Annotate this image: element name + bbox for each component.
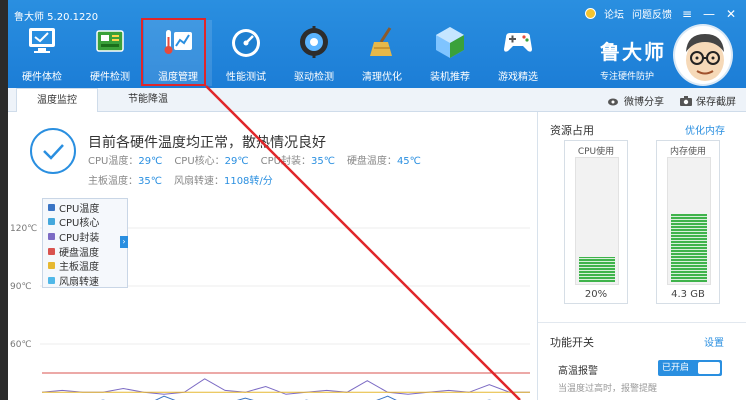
nav-game-picks[interactable]: 游戏精选	[484, 20, 552, 86]
legend-item[interactable]: CPU核心	[43, 215, 127, 229]
cpu-usage-meter: CPU使用 20%	[564, 140, 628, 304]
stat-cpu-core: CPU核心：29℃	[174, 156, 249, 167]
skin-menu-icon[interactable]: ≡	[680, 7, 694, 21]
legend-swatch	[48, 262, 55, 270]
nav-performance-test[interactable]: 性能测试	[212, 20, 280, 86]
status-row-1: CPU温度：29℃ CPU核心：29℃ CPU封装：35℃ 硬盘温度：45℃	[88, 152, 421, 167]
settings-link[interactable]: 设置	[704, 334, 724, 349]
y-tick-label: 90℃	[10, 282, 32, 292]
high-temp-alarm-toggle[interactable]: 已开启	[658, 360, 722, 376]
weibo-icon	[608, 98, 618, 105]
forum-link[interactable]: 论坛	[604, 6, 624, 21]
status-row-2: 主板温度：35℃ 风扇转速：1108转/分	[88, 172, 273, 187]
temperature-panel: 目前各硬件温度均正常，散热情况良好 CPU温度：29℃ CPU核心：29℃ CP…	[8, 112, 538, 400]
chart-legend: CPU温度 CPU核心 CPU封装 硬盘温度 主板温度 风扇转速	[42, 198, 128, 288]
tab-energy-saving[interactable]: 节能降温	[108, 88, 188, 112]
memory-usage-value: 4.3 GB	[671, 289, 705, 300]
memory-usage-well	[667, 157, 711, 285]
driver-gear-icon	[300, 26, 328, 58]
main-nav: 硬件体检 硬件检测 温度管理 性能测试 驱动检测 清理优化 装机推荐 游戏精选	[8, 20, 552, 86]
title-links: 论坛 问题反馈 ≡ — ✕	[585, 6, 738, 21]
coin-icon[interactable]	[585, 8, 596, 19]
legend-item[interactable]: 风扇转速	[43, 273, 127, 288]
nav-label: 硬件体检	[22, 72, 62, 83]
nav-label: 游戏精选	[498, 72, 538, 83]
speedometer-icon	[232, 29, 260, 57]
features-title: 功能开关	[550, 336, 594, 349]
window-edge	[0, 0, 8, 400]
annotation-highlight-box	[141, 18, 206, 86]
circuit-board-icon	[96, 30, 124, 52]
cpu-usage-well	[575, 157, 619, 285]
memory-usage-fill	[671, 213, 707, 282]
gamepad-icon	[504, 33, 532, 52]
stat-fan-speed: 风扇转速：1108转/分	[173, 176, 273, 187]
resources-title: 资源占用	[550, 124, 594, 137]
y-tick-label: 60℃	[10, 340, 32, 350]
minimize-icon[interactable]: —	[702, 7, 716, 21]
tab-actions: 微博分享 保存截屏	[608, 93, 736, 108]
broom-icon	[370, 27, 392, 56]
legend-collapse-button[interactable]: ›	[120, 236, 128, 248]
tab-bar: 温度监控 节能降温 微博分享 保存截屏	[8, 88, 746, 113]
nav-hardware-checkup[interactable]: 硬件体检	[8, 20, 76, 86]
legend-item[interactable]: CPU温度	[43, 200, 127, 215]
memory-usage-label: 内存使用	[669, 147, 706, 157]
brand: 鲁大师 专注硬件防护	[600, 36, 666, 82]
legend-item[interactable]: CPU封装	[43, 229, 127, 244]
cube-icon	[436, 27, 464, 58]
cpu-usage-fill	[579, 257, 615, 282]
legend-swatch	[48, 247, 55, 255]
nav-driver-detect[interactable]: 驱动检测	[280, 20, 348, 86]
legend-item[interactable]: 主板温度	[43, 258, 127, 273]
divider	[538, 322, 746, 323]
feedback-link[interactable]: 问题反馈	[632, 6, 672, 21]
stat-disk-temp: 硬盘温度：45℃	[346, 156, 421, 167]
toggle-knob	[698, 362, 720, 374]
legend-swatch	[48, 232, 55, 240]
side-panel: 资源占用 优化内存 CPU使用 20% 内存使用 4.3 GB 功能开关 设置 …	[538, 112, 746, 400]
legend-swatch	[48, 218, 55, 226]
high-temp-alarm-desc: 当温度过高时，报警提醒	[558, 384, 658, 394]
memory-usage-meter: 内存使用 4.3 GB	[656, 140, 720, 304]
close-icon[interactable]: ✕	[724, 7, 738, 21]
status-title: 目前各硬件温度均正常，散热情况良好	[88, 135, 326, 151]
nav-label: 硬件检测	[90, 72, 130, 83]
tab-temperature-monitor[interactable]: 温度监控	[16, 88, 98, 113]
stat-cpu-temp: CPU温度：29℃	[88, 156, 163, 167]
nav-build-recommend[interactable]: 装机推荐	[416, 20, 484, 86]
monitor-check-icon	[29, 28, 55, 53]
optimize-memory-link[interactable]: 优化内存	[685, 122, 725, 137]
stat-board-temp: 主板温度：35℃	[88, 176, 162, 187]
high-temp-alarm-label: 高温报警	[558, 366, 598, 377]
nav-cleanup-optimize[interactable]: 清理优化	[348, 20, 416, 86]
brand-slogan: 专注硬件防护	[600, 72, 655, 82]
cpu-usage-label: CPU使用	[577, 147, 615, 157]
legend-item[interactable]: 硬盘温度	[43, 244, 127, 259]
nav-label: 驱动检测	[294, 72, 334, 83]
legend-swatch	[48, 276, 55, 284]
nav-label: 装机推荐	[430, 72, 470, 83]
cpu-usage-value: 20%	[584, 289, 608, 300]
nav-label: 清理优化	[362, 72, 402, 83]
weibo-share-button[interactable]: 微博分享	[608, 93, 664, 108]
y-tick-label: 120℃	[10, 224, 37, 234]
stat-cpu-package: CPU封装：35℃	[260, 156, 335, 167]
legend-swatch	[48, 203, 55, 211]
brand-name: 鲁大师	[600, 40, 666, 64]
status-ok-icon	[30, 128, 76, 174]
save-screenshot-button[interactable]: 保存截屏	[680, 93, 736, 108]
nav-hardware-detect[interactable]: 硬件检测	[76, 20, 144, 86]
mascot-avatar[interactable]	[673, 24, 733, 86]
nav-label: 性能测试	[226, 72, 266, 83]
camera-icon	[680, 95, 692, 106]
series-line	[100, 395, 492, 400]
